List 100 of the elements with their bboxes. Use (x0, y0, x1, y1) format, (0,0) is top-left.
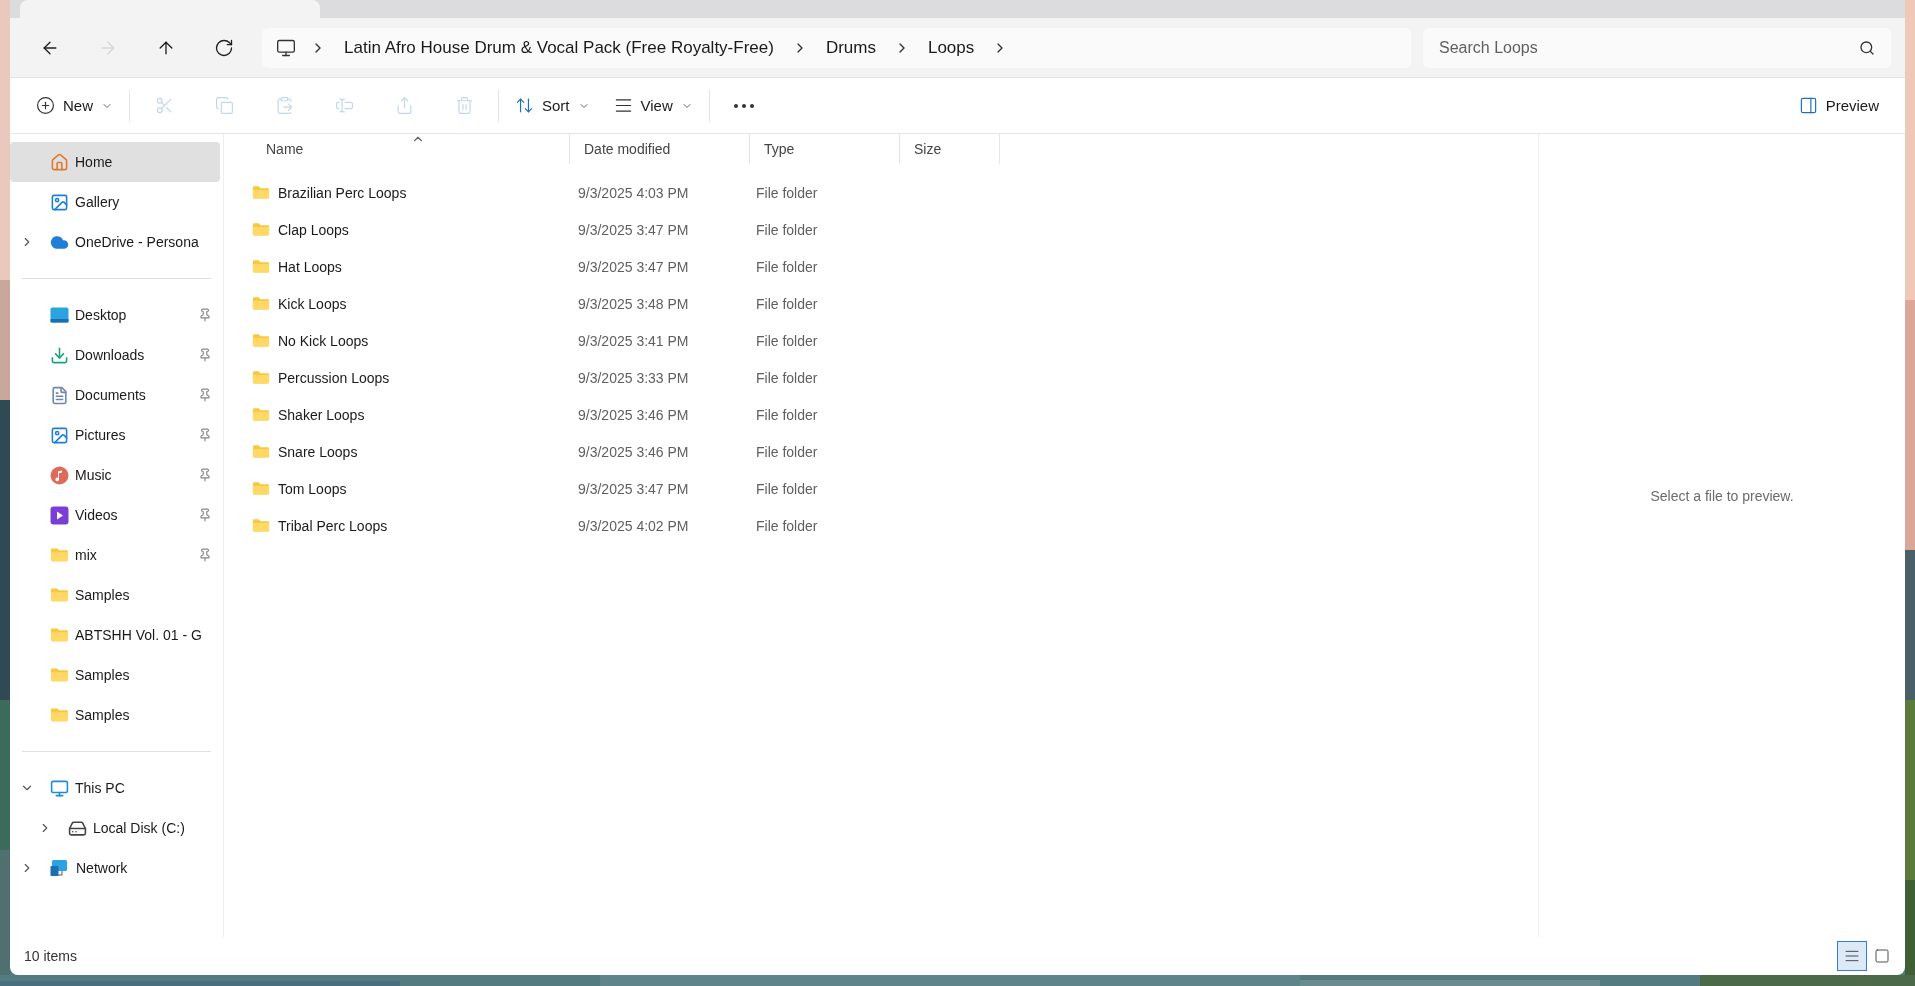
date-cell: 9/3/2025 3:47 PM (578, 221, 689, 238)
network-icon (50, 858, 70, 878)
file-row[interactable]: No Kick Loops 9/3/2025 3:41 PM File folder (224, 322, 1538, 359)
file-name: No Kick Loops (278, 332, 369, 349)
folder-icon (252, 518, 270, 533)
new-button[interactable]: New (24, 85, 125, 126)
folder-icon (252, 222, 270, 237)
sidebar-item[interactable]: Pictures (10, 415, 220, 455)
breadcrumb-item[interactable]: Loops (923, 37, 979, 58)
file-row[interactable]: Brazilian Perc Loops 9/3/2025 4:03 PM File folder (224, 174, 1538, 211)
sidebar-item[interactable]: mix (10, 535, 220, 575)
date-cell: 9/3/2025 3:46 PM (578, 443, 689, 460)
folder-icon (252, 481, 270, 496)
file-row[interactable]: Hat Loops 9/3/2025 3:47 PM File folder (224, 248, 1538, 285)
preview-button[interactable]: Preview (1786, 85, 1891, 126)
file-name: Tribal Perc Loops (278, 517, 388, 534)
type-cell: File folder (756, 332, 818, 349)
type-cell: File folder (756, 295, 818, 312)
breadcrumb-item[interactable]: Latin Afro House Drum & Vocal Pack (Free Royalty-Free) (340, 37, 778, 58)
preview-message: Select a file to preview. (1650, 487, 1794, 504)
file-name: Hat Loops (278, 258, 342, 275)
desktop-icon (50, 307, 69, 323)
music-icon (50, 465, 69, 485)
column-header[interactable]: Date modified (570, 134, 750, 164)
details-view-button[interactable] (1837, 941, 1867, 971)
date-cell: 9/3/2025 3:47 PM (578, 258, 689, 275)
sidebar-item[interactable]: Network (10, 848, 220, 888)
sidebar-item[interactable]: OneDrive - Persona (10, 222, 220, 262)
column-header[interactable]: Type (750, 134, 900, 164)
folder-icon (252, 185, 270, 200)
sidebar-item[interactable]: Music (10, 455, 220, 495)
type-cell: File folder (756, 406, 818, 423)
sidebar-item[interactable]: Videos (10, 495, 220, 535)
download-icon (50, 345, 69, 365)
folder-icon (252, 259, 270, 274)
search-field[interactable]: Search Loops (1423, 27, 1891, 68)
type-cell: File folder (756, 369, 818, 386)
file-row[interactable]: Snare Loops 9/3/2025 3:46 PM File folder (224, 433, 1538, 470)
type-cell: File folder (756, 221, 818, 238)
file-row[interactable]: Tom Loops 9/3/2025 3:47 PM File folder (224, 470, 1538, 507)
sidebar-item[interactable]: Downloads (10, 335, 220, 375)
breadcrumb-item[interactable]: Drums (821, 37, 880, 58)
folder-icon (252, 333, 270, 348)
folder-icon (50, 587, 69, 603)
folder-icon (50, 627, 69, 643)
date-cell: 9/3/2025 3:46 PM (578, 406, 689, 423)
file-name: Brazilian Perc Loops (278, 184, 407, 201)
folder-icon (50, 707, 69, 723)
search-icon (1859, 39, 1875, 56)
file-name: Clap Loops (278, 221, 349, 238)
folder-icon (50, 667, 69, 683)
file-name: Kick Loops (278, 295, 347, 312)
sidebar-item[interactable]: Local Disk (C:) (10, 808, 220, 848)
type-cell: File folder (756, 517, 818, 534)
folder-icon (252, 407, 270, 422)
sort-button[interactable]: Sort (503, 85, 602, 126)
type-cell: File folder (756, 480, 818, 497)
sidebar-item[interactable]: ABTSHH Vol. 01 - G (10, 615, 220, 655)
folder-icon (252, 296, 270, 311)
date-cell: 9/3/2025 3:48 PM (578, 295, 689, 312)
column-header[interactable]: Size (900, 134, 1000, 164)
sidebar-item[interactable]: Samples (10, 575, 220, 615)
column-header[interactable]: Name (252, 134, 570, 164)
preview-pane-icon (1798, 96, 1818, 115)
sidebar-item[interactable]: This PC (10, 768, 220, 808)
view-button[interactable]: View (601, 85, 705, 126)
sidebar-item[interactable]: Samples (10, 655, 220, 695)
tile-square-icon (1874, 948, 1890, 964)
file-name: Snare Loops (278, 443, 358, 460)
file-row[interactable]: Percussion Loops 9/3/2025 3:33 PM File folder (224, 359, 1538, 396)
sidebar-item[interactable]: Gallery (10, 182, 220, 222)
item-count: 10 items (24, 948, 78, 964)
file-name: Shaker Loops (278, 406, 365, 423)
date-cell: 9/3/2025 3:41 PM (578, 332, 689, 349)
file-row[interactable]: Kick Loops 9/3/2025 3:48 PM File folder (224, 285, 1538, 322)
computer-icon (276, 37, 296, 58)
picture-icon (50, 425, 69, 445)
sidebar-item[interactable]: Documents (10, 375, 220, 415)
date-cell: 9/3/2025 3:47 PM (578, 480, 689, 497)
sidebar-item[interactable]: Home (10, 142, 220, 182)
drive-icon (68, 818, 87, 838)
folder-icon (252, 444, 270, 459)
file-row[interactable]: Tribal Perc Loops 9/3/2025 4:02 PM File folder (224, 507, 1538, 544)
date-cell: 9/3/2025 3:33 PM (578, 369, 689, 386)
folder-icon (252, 370, 270, 385)
date-cell: 9/3/2025 4:03 PM (578, 184, 689, 201)
type-cell: File folder (756, 443, 818, 460)
address-bar[interactable]: Latin Afro House Drum & Vocal Pack (Free Royalty-Free) Drums Loops (262, 27, 1411, 68)
sidebar-item[interactable]: Samples (10, 695, 220, 735)
home-icon (50, 152, 69, 172)
video-icon (50, 505, 69, 525)
sidebar-item[interactable]: Desktop (10, 295, 220, 335)
folder-icon (50, 547, 69, 563)
computer-icon (50, 778, 69, 798)
list-lines-icon (1844, 948, 1860, 964)
document-icon (50, 385, 69, 405)
file-row[interactable]: Clap Loops 9/3/2025 3:47 PM File folder (224, 211, 1538, 248)
gallery-icon (50, 192, 69, 212)
file-name: Percussion Loops (278, 369, 390, 386)
file-row[interactable]: Shaker Loops 9/3/2025 3:46 PM File folder (224, 396, 1538, 433)
